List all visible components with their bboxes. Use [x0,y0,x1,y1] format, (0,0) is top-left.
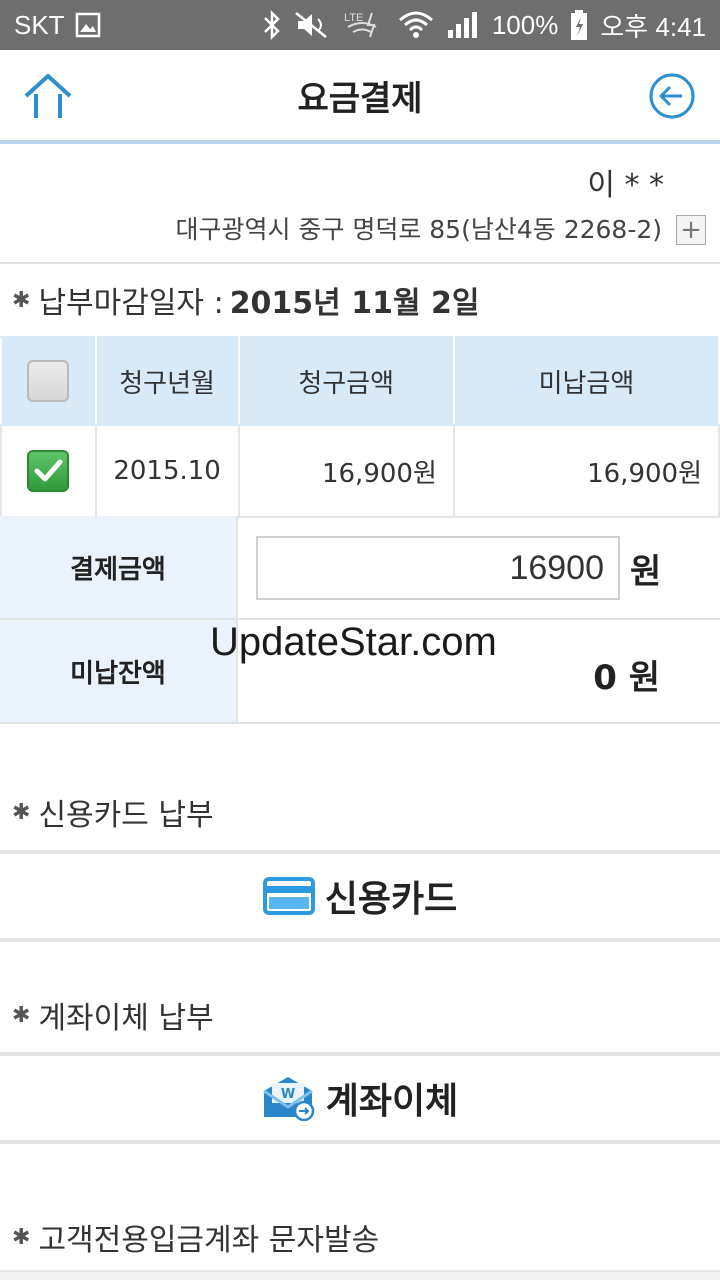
due-date-row: ✱ 납부마감일자 : 2015년 11월 2일 [12,278,480,322]
home-arrow-icon [24,74,72,118]
battery-percent: 100% [491,9,559,40]
wifi-icon [398,10,434,40]
back-circle-icon [649,73,695,119]
mute-icon [294,11,330,39]
carrier-label: SKT [14,9,65,40]
column-header-month: 청구년월 [94,336,240,426]
back-button[interactable] [648,72,696,120]
due-date-value: 2015년 11월 2일 [229,286,480,321]
gallery-notification-icon [75,12,101,38]
battery-charging-icon [570,9,588,41]
checkmark-icon [34,459,63,482]
home-button[interactable] [22,72,74,122]
credit-card-button[interactable]: 신용카드 [0,850,720,942]
cell-signal-icon [446,10,480,40]
table-header-row: 청구년월 청구금액 미납금액 [0,336,720,426]
row-checkbox[interactable] [27,450,70,492]
next-section-edge [0,1270,720,1280]
transfer-section-label: 계좌이체 납부 [38,1001,214,1036]
credit-card-button-label: 신용카드 [324,879,458,920]
lte-signal-icon: LTE [342,9,386,41]
select-all-checkbox[interactable] [27,360,70,402]
sms-section-label: 고객전용입금계좌 문자발송 [38,1223,380,1258]
customer-name: 이 * * [587,168,664,203]
currency-unit: 원 [630,552,662,592]
envelope-transfer-icon: W [262,1077,314,1121]
account-transfer-button[interactable]: W 계좌이체 [0,1052,720,1144]
card-section-label: 신용카드 납부 [38,798,214,833]
account-transfer-button-label: 계좌이체 [325,1081,459,1122]
payment-amount-input[interactable] [256,536,620,600]
remaining-balance-label: 미납잔액 [0,620,238,722]
svg-text:W: W [281,1087,295,1102]
row-select-cell [0,424,97,518]
column-header-unpaid: 미납금액 [452,336,720,426]
watermark-text: UpdateStar.com [210,620,497,664]
sms-section-heading: ✱ 고객전용입금계좌 문자발송 [12,1215,379,1259]
payment-amount-label: 결제금액 [0,516,238,618]
row-unpaid-amount: 16,900원 [452,424,720,518]
status-bar: SKT LTE 100% 오후 4:41 [0,0,720,50]
due-date-label: 납부마감일자 : [38,286,224,321]
bullet-icon: ✱ [12,1224,31,1250]
app-header: 요금결제 [0,50,720,144]
bullet-icon: ✱ [12,799,31,825]
bullet-icon: ✱ [12,1002,31,1028]
payment-amount-row: 결제금액 원 [0,516,720,620]
credit-card-icon [262,877,315,915]
page-title: 요금결제 [297,78,423,119]
bullet-icon: ✱ [12,287,31,313]
transfer-section-heading: ✱ 계좌이체 납부 [12,993,214,1037]
customer-info: 이 * * 대구광역시 중구 명덕로 85(남산4동 2268-2) + [0,148,720,264]
select-all-cell [0,336,97,426]
row-billed-amount: 16,900원 [237,424,455,518]
table-row: 2015.10 16,900원 16,900원 [0,424,720,518]
clock: 오후 4:41 [600,11,706,42]
expand-address-button[interactable]: + [676,215,706,245]
bluetooth-icon [262,10,282,40]
card-section-heading: ✱ 신용카드 납부 [12,790,214,834]
remaining-balance-value: 0 원 [593,658,660,698]
column-header-billed: 청구금액 [237,336,455,426]
customer-address: 대구광역시 중구 명덕로 85(남산4동 2268-2) [175,215,662,244]
bill-table: 청구년월 청구금액 미납금액 2015.10 16,900원 16,900원 [0,336,720,518]
row-month: 2015.10 [94,424,240,518]
